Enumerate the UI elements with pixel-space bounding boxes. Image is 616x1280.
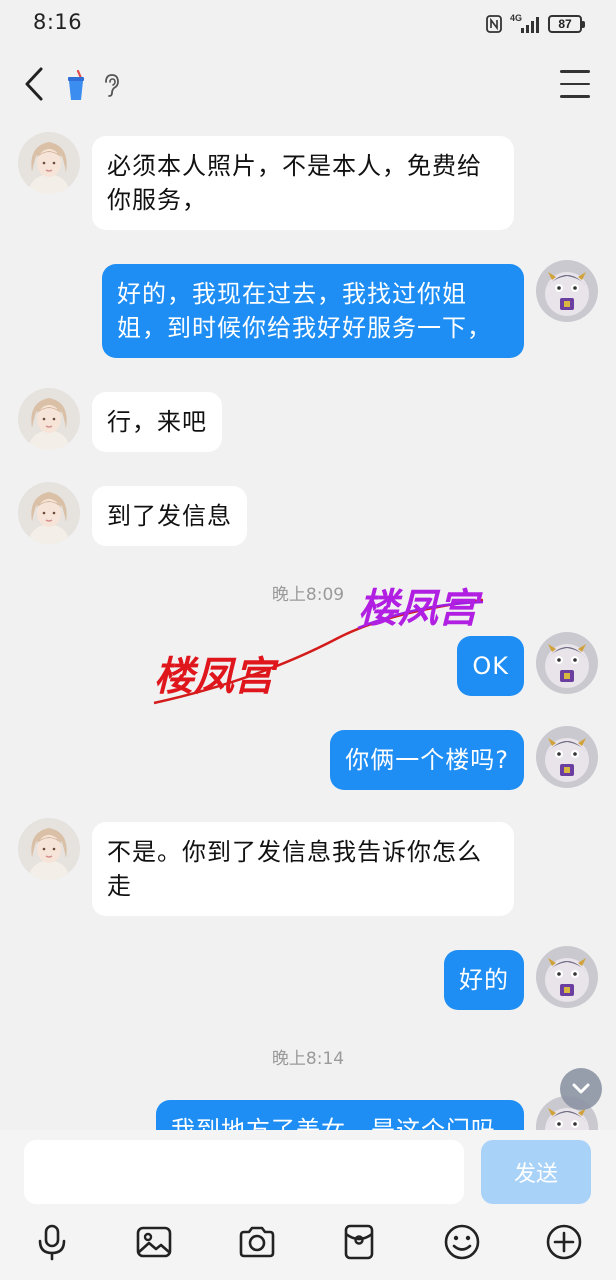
- camera-button[interactable]: [233, 1218, 281, 1266]
- watermark-text-red: 楼凤宫: [154, 654, 279, 700]
- status-bar: 8:16 4G 87: [0, 0, 616, 48]
- my-avatar[interactable]: [536, 946, 598, 1008]
- contact-avatar[interactable]: [18, 818, 80, 880]
- chat-header: [0, 48, 616, 124]
- status-time: 8:16: [33, 10, 83, 34]
- cellular-signal: 4G: [510, 13, 540, 33]
- red-packet-icon: [344, 1224, 374, 1260]
- received-message-bubble[interactable]: 不是。你到了发信息我告诉你怎么走: [92, 822, 514, 916]
- status-icons: 4G 87: [486, 12, 585, 36]
- nfc-icon: [486, 15, 502, 33]
- ear-icon[interactable]: [100, 72, 122, 98]
- received-message-bubble[interactable]: 到了发信息: [92, 486, 247, 546]
- red-packet-button[interactable]: [335, 1218, 383, 1266]
- drink-cup-icon[interactable]: [64, 70, 88, 102]
- menu-line: [560, 70, 590, 73]
- watermark-text-purple: 楼凤宫: [358, 586, 483, 632]
- message-timestamp: 晚上8:14: [271, 1049, 345, 1069]
- more-button[interactable]: [540, 1218, 588, 1266]
- contact-avatar[interactable]: [18, 482, 80, 544]
- contact-avatar[interactable]: [18, 132, 80, 194]
- menu-button[interactable]: [560, 70, 590, 98]
- plus-icon: [546, 1224, 582, 1260]
- sent-message-bubble[interactable]: 好的: [444, 950, 524, 1010]
- gallery-button[interactable]: [130, 1218, 178, 1266]
- received-message-bubble[interactable]: 必须本人照片，不是本人，免费给你服务，: [92, 136, 514, 230]
- battery-icon: 87: [548, 15, 585, 33]
- contact-avatar[interactable]: [18, 388, 80, 450]
- sent-message-bubble[interactable]: 你俩一个楼吗?: [330, 730, 524, 790]
- send-button[interactable]: 发送: [481, 1140, 591, 1204]
- my-avatar[interactable]: [536, 632, 598, 694]
- camera-icon: [239, 1226, 275, 1258]
- back-button[interactable]: [14, 62, 54, 106]
- watermark-logo: 楼凤宫 楼凤宫: [153, 586, 484, 705]
- composer-toolbar: [0, 1216, 616, 1266]
- emoji-icon: [444, 1224, 480, 1260]
- received-message-bubble[interactable]: 行，来吧: [92, 392, 222, 452]
- chevron-down-icon: [572, 1083, 590, 1094]
- message-input[interactable]: [24, 1140, 464, 1204]
- my-avatar[interactable]: [536, 260, 598, 322]
- menu-line: [560, 95, 590, 98]
- scroll-to-bottom-button[interactable]: [560, 1068, 602, 1110]
- composer: 发送: [0, 1130, 616, 1280]
- chevron-left-icon: [25, 67, 43, 101]
- microphone-icon: [38, 1224, 66, 1261]
- menu-line: [560, 82, 590, 86]
- signal-bars-icon: [521, 17, 539, 33]
- sent-message-bubble[interactable]: 我到地方了美女，是这个门吗: [156, 1100, 524, 1130]
- my-avatar[interactable]: [536, 726, 598, 788]
- image-icon: [136, 1226, 172, 1258]
- voice-button[interactable]: [28, 1218, 76, 1266]
- battery-level: 87: [558, 17, 572, 31]
- sent-message-bubble[interactable]: 好的，我现在过去，我找过你姐姐，到时候你给我好好服务一下，: [102, 264, 524, 358]
- emoji-button[interactable]: [438, 1218, 486, 1266]
